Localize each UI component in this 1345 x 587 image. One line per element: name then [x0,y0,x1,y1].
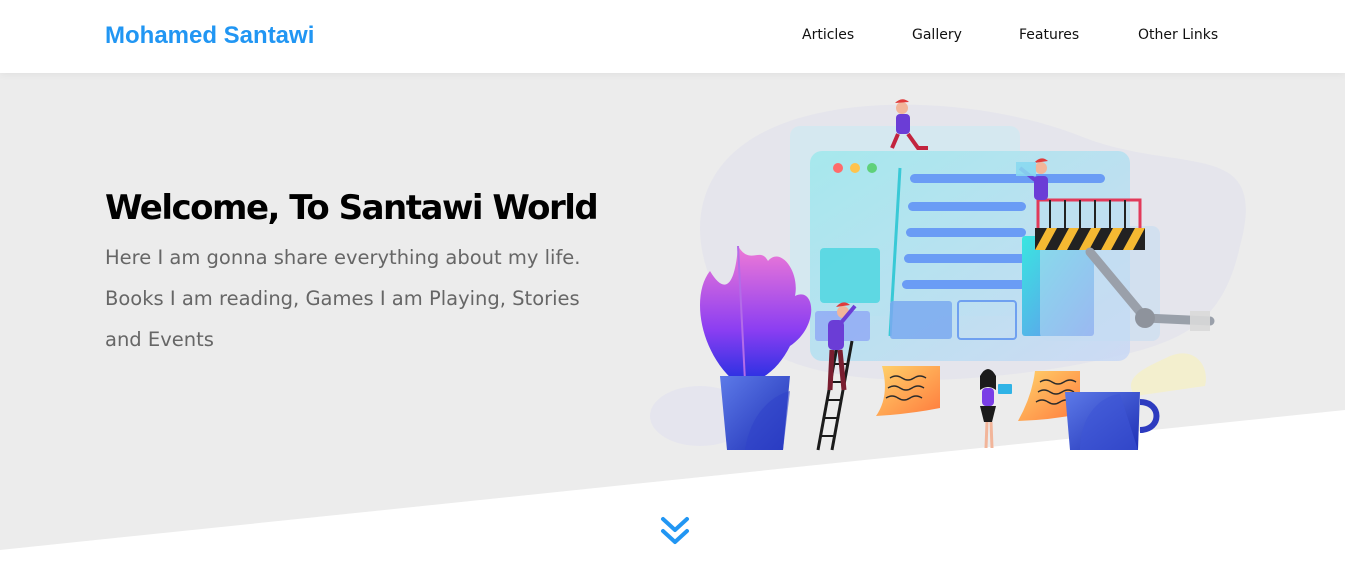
hero-description: Here I am gonna share everything about m… [105,246,581,351]
hero-title: Welcome, To Santawi World [105,188,599,228]
nav-link-articles[interactable]: Articles [802,27,854,43]
main-nav: Articles Gallery Features Other Links [0,27,1345,47]
team-building-website-illustration [650,99,1246,451]
nav-link-other-links[interactable]: Other Links [1138,27,1218,43]
nav-link-gallery[interactable]: Gallery [912,27,962,43]
double-chevron-down-icon[interactable] [660,515,690,547]
site-header: Mohamed Santawi Articles Gallery Feature… [0,0,1345,73]
nav-link-features[interactable]: Features [1019,27,1079,43]
